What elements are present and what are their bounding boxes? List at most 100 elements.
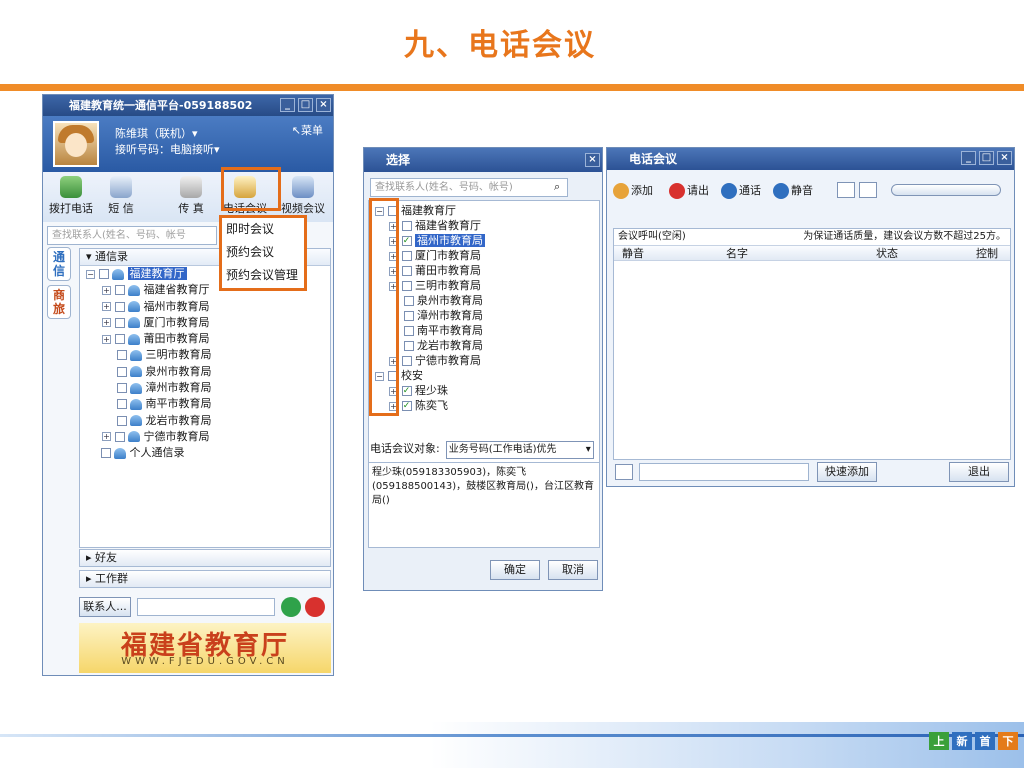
checkbox[interactable] [401,281,412,291]
quick-add-input[interactable] [639,463,809,481]
checkbox[interactable] [403,341,414,351]
checkbox[interactable]: ✓ [401,236,412,246]
close-icon[interactable]: × [316,98,331,112]
checkbox[interactable] [403,326,414,336]
nav-badge[interactable]: 上 [929,732,949,750]
checkbox[interactable]: ✓ [401,401,412,411]
select-tree-item[interactable]: 龙岩市教育局 [375,338,599,353]
select-search-input[interactable]: 查找联系人(姓名、号码、帐号) [370,178,568,197]
checkbox[interactable] [114,317,125,328]
select-tree-item[interactable]: 泉州市教育局 [375,293,599,308]
maximize-icon[interactable]: □ [979,151,994,165]
close-icon[interactable]: × [997,151,1012,165]
nav-badge[interactable]: 首 [975,732,995,750]
expand-icon[interactable]: − [86,269,95,279]
col-control[interactable]: 控制 [976,246,998,262]
select-tree-item[interactable]: + 莆田市教育局 [375,263,599,278]
col-status[interactable]: 状态 [876,246,898,262]
menu-schedule-meeting[interactable]: 预约会议 [222,241,304,264]
pause-icon[interactable] [859,182,877,198]
tree-item[interactable]: 南平市教育局 [86,396,330,412]
tree-item[interactable]: 泉州市教育局 [86,364,330,380]
object-select[interactable]: 业务号码(工作电话)优先 ▾ [445,441,594,459]
maximize-icon[interactable]: □ [298,98,313,112]
answer-number[interactable]: 接听号码：电脑接听▾ [115,141,220,157]
checkbox[interactable]: ✓ [401,386,412,396]
select-tree-item[interactable]: + ✓ 陈奕飞 [375,398,599,413]
checkbox[interactable] [114,431,125,442]
tree-item[interactable]: 个人通信录 [86,445,330,461]
menu-schedule-manage[interactable]: 预约会议管理 [222,264,304,287]
minimize-icon[interactable]: _ [280,98,295,112]
select-tree-item[interactable]: − 福建教育厅 [375,203,599,218]
checkbox[interactable] [116,399,127,410]
expand-icon[interactable]: + [102,285,111,295]
dial-button[interactable]: 拨打电话 [45,176,97,216]
expand-icon[interactable]: + [102,318,111,328]
list-icon[interactable] [615,464,633,480]
select-tree-item[interactable]: + 厦门市教育局 [375,248,599,263]
ok-button[interactable]: 确定 [490,560,540,580]
search-icon[interactable]: ⌕ [554,180,560,194]
checkbox[interactable] [114,285,125,296]
user-status[interactable]: 陈维琪（联机）▾ [115,125,198,141]
members-list[interactable]: 程少珠(059183305903)，陈奕飞(059188500143)，鼓楼区教… [368,462,600,548]
checkbox[interactable] [403,296,414,306]
expand-icon[interactable]: + [102,334,111,344]
tab-travel[interactable]: 商旅 [47,285,71,319]
nav-badge[interactable]: 下 [998,732,1018,750]
checkbox[interactable] [116,415,127,426]
select-tree-item[interactable]: + 宁德市教育局 [375,353,599,368]
exit-button[interactable]: 退出 [949,462,1009,482]
checkbox[interactable] [98,269,109,279]
video-conference-button[interactable]: 视频会议 [277,176,329,216]
call-icon[interactable] [281,597,301,617]
select-tree-item[interactable]: + 福建省教育厅 [375,218,599,233]
tree-item[interactable]: 漳州市教育局 [86,380,330,396]
conference-title-bar[interactable]: 电话会议 _ □ × [607,148,1014,170]
select-tree-item[interactable]: + ✓ 福州市教育局 [375,233,599,248]
checkbox[interactable] [401,221,412,231]
checkbox[interactable] [114,334,125,345]
checkbox[interactable] [116,350,127,361]
select-tree-item[interactable]: + 三明市教育局 [375,278,599,293]
checkbox[interactable] [403,311,414,321]
tree-item[interactable]: + 宁德市教育局 [86,429,330,445]
nav-badge[interactable]: 新 [952,732,972,750]
sms-button[interactable]: 短 信 [95,176,147,216]
group-friends[interactable]: ▸ 好友 [79,549,331,567]
select-tree-item[interactable]: 南平市教育局 [375,323,599,338]
talk-button[interactable]: 通话 [721,182,761,199]
checkbox[interactable] [114,301,125,312]
col-mute[interactable]: 静音 [622,246,644,262]
checkbox[interactable] [116,366,127,377]
checkbox[interactable] [100,448,111,459]
mute-button[interactable]: 静音 [773,182,813,199]
record-icon[interactable] [837,182,855,198]
select-tree-item[interactable]: 漳州市教育局 [375,308,599,323]
menu-instant-meeting[interactable]: 即时会议 [222,218,304,241]
minimize-icon[interactable]: _ [961,151,976,165]
number-input[interactable] [137,598,275,616]
contact-button[interactable]: 联系人... [79,597,131,617]
close-icon[interactable]: × [585,153,600,167]
avatar[interactable] [53,121,99,167]
volume-slider[interactable] [891,184,1001,196]
select-title-bar[interactable]: 选择 × [364,148,602,172]
tab-contacts[interactable]: 通信 [47,247,71,281]
col-name[interactable]: 名字 [726,246,748,262]
tree-item[interactable]: 三明市教育局 [86,347,330,363]
tree-item[interactable]: + 莆田市教育局 [86,331,330,347]
tree-item[interactable]: 龙岩市教育局 [86,413,330,429]
select-tree-item[interactable]: − 校安 [375,368,599,383]
add-button[interactable]: 添加 [613,182,653,199]
hangup-icon[interactable] [305,597,325,617]
quick-add-button[interactable]: 快速添加 [817,462,877,482]
checkbox[interactable] [401,266,412,276]
checkbox[interactable] [401,356,412,366]
expand-icon[interactable]: + [102,432,111,442]
tree-item[interactable]: + 厦门市教育局 [86,315,330,331]
checkbox[interactable] [401,251,412,261]
client-title-bar[interactable]: 福建教育统一通信平台-059188502 _ □ × [43,95,333,116]
contact-search-input[interactable]: 查找联系人(姓名、号码、帐号 [47,226,217,245]
